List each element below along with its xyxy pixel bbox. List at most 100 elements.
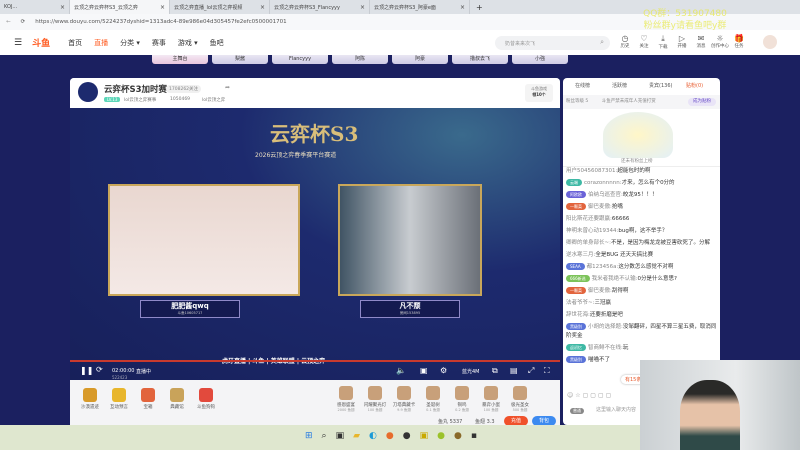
chat-messages[interactable]: 用户50456087301:超能包时的啊 云端 corazonnnnn:才来，怎么有… — [563, 166, 720, 378]
tag-link[interactable]: lol云顶之弈 — [202, 97, 225, 103]
stage-tab[interactable]: 撸叔去飞 — [452, 55, 508, 64]
chat-username[interactable]: 阳比斯花还要跟赢: — [566, 216, 612, 222]
obs-icon[interactable]: ● — [403, 431, 411, 441]
close-tab-icon[interactable]: × — [60, 4, 65, 11]
gift-item[interactable]: 暴弈小蛋 100 鱼翅 — [477, 386, 505, 413]
chat-username[interactable]: 御巴麦傲: — [588, 288, 612, 294]
feature-button[interactable]: 沙漠遗迹 — [76, 388, 104, 410]
close-tab-icon[interactable]: × — [260, 4, 265, 11]
nav-icon-4[interactable]: ✉ 消息 — [691, 34, 711, 49]
nav-item[interactable]: 游戏 ▾ — [178, 38, 198, 48]
search-icon[interactable]: ⌕ — [600, 38, 604, 47]
browser-tab[interactable]: 云顶之弈云弈杯S3_阿豪e面 × — [370, 0, 470, 14]
chat-tab[interactable]: 贵宾(136) — [649, 82, 672, 89]
app-icon[interactable]: ● — [386, 431, 394, 441]
gift-item[interactable]: 刀塔典藏卡 9.9 鱼翅 — [390, 386, 418, 413]
close-tab-icon[interactable]: × — [460, 4, 465, 11]
file-explorer-icon[interactable]: ▰ — [353, 431, 360, 441]
gift-item[interactable]: 铜鸣 0.2 鱼翅 — [448, 386, 476, 413]
video-stream[interactable]: 云弈杯S3 2026云顶之弈春季赛平台赛道 肥肥酱qwq 斗鱼10605717 凡… — [70, 108, 560, 380]
stage-tab[interactable]: 阿陈 — [332, 55, 388, 64]
chat-username[interactable]: corazonnnnn: — [584, 180, 622, 186]
quality-select[interactable]: 蓝光4M — [462, 368, 480, 375]
user-avatar[interactable] — [763, 35, 777, 49]
web-fullscreen-icon[interactable]: ⤢ — [528, 366, 534, 376]
stage-tab[interactable]: 主舞台 — [152, 55, 208, 64]
share-icon[interactable]: ➦ — [225, 84, 230, 91]
chat-tab[interactable]: 在线榜 — [575, 82, 590, 89]
gift-item[interactable]: 圣诞树 0.1 鱼翅 — [419, 386, 447, 413]
browser-tab[interactable]: 云顶之弈云弈杯S3_Flancyyy × — [270, 0, 370, 14]
search-taskbar-icon[interactable]: ⌕ — [322, 431, 327, 441]
volume-icon[interactable]: 🔈 — [396, 366, 406, 375]
stage-tab[interactable]: Flancyyy — [272, 55, 328, 64]
nav-icon-3[interactable]: ▷ 开播 — [672, 34, 692, 49]
app-icon[interactable]: ▪ — [471, 431, 477, 441]
nav-item[interactable]: 直播 — [94, 38, 108, 48]
back-icon[interactable]: ← — [6, 19, 11, 25]
chat-username[interactable]: 用户50456087301: — [566, 168, 617, 174]
feature-button[interactable]: 斗鱼狗钩 — [192, 388, 220, 410]
new-tab-button[interactable]: + — [476, 3, 483, 12]
chat-username[interactable]: 卿卿的单身部长~: — [566, 240, 611, 246]
nav-icon-0[interactable]: ◷ 历史 — [615, 34, 635, 49]
gift-item[interactable]: 感恩盛宴 2000 鱼翅 — [332, 386, 360, 413]
nav-item[interactable]: 鱼吧 — [210, 38, 224, 48]
chat-username[interactable]: 辞世花海: — [566, 312, 590, 318]
emoji-toolbar[interactable]: ☺☆▢▢▢▢ — [567, 392, 613, 399]
stage-tab[interactable]: 小強 — [512, 55, 568, 64]
browser-tab[interactable]: 云顶之弈云弈杯S3_云顶之弈 × — [70, 0, 170, 14]
chat-username[interactable]: 我米者我绝不认输: — [592, 276, 638, 282]
start-icon[interactable]: ⊞ — [305, 431, 313, 441]
feature-button[interactable]: 典藏馆 — [163, 388, 191, 410]
chat-username[interactable]: 逆水寒三月: — [566, 252, 595, 258]
nav-icon-2[interactable]: ⤓ 下载 — [653, 34, 673, 50]
settings-icon[interactable]: ⚙ — [440, 366, 447, 375]
nav-item[interactable]: 首页 — [68, 38, 82, 48]
feature-button[interactable]: 互动预言 — [105, 388, 133, 410]
menu-icon[interactable]: ☰ — [14, 38, 22, 48]
nav-icon-5[interactable]: ☼ 创作中心 — [710, 34, 730, 49]
gift-item[interactable]: 极光圣女 500 鱼翅 — [506, 386, 534, 413]
chat-username[interactable]: 神明未曾心动19344: — [566, 228, 618, 234]
chat-tab[interactable]: 贴粉(0) — [686, 82, 703, 89]
music-icon[interactable]: ● — [437, 431, 445, 441]
nav-item[interactable]: 分类 ▾ — [120, 38, 140, 48]
refresh-icon[interactable]: ⟳ — [21, 19, 26, 25]
nav-icon-6[interactable]: 🎁 任务 — [729, 34, 749, 49]
fullscreen-icon[interactable]: ⛶ — [544, 366, 550, 376]
chat-username[interactable]: 伯纳乌巡查官: — [588, 192, 623, 198]
chat-username[interactable]: 御巴麦傲: — [588, 204, 612, 210]
chat-username[interactable]: 都123456a: — [587, 264, 619, 270]
close-tab-icon[interactable]: × — [160, 4, 165, 11]
app-icon[interactable]: ▣ — [420, 431, 429, 441]
stage-tab[interactable]: 阿豪 — [392, 55, 448, 64]
refresh-stream-icon[interactable]: ⟳ — [96, 365, 103, 374]
danmaku-icon[interactable]: ▣ — [420, 366, 428, 375]
browser-tab[interactable]: KOJ... × — [0, 0, 70, 14]
stage-tab[interactable]: 梨酱 — [212, 55, 268, 64]
follow-count[interactable]: 1708262关注 — [166, 85, 202, 93]
chat-username[interactable]: 小胡的选择题: — [588, 324, 623, 330]
nav-item[interactable]: 赛事 — [152, 38, 166, 48]
gift-item[interactable]: 闪耀聚光灯 100 鱼翅 — [361, 386, 389, 413]
feature-button[interactable]: 宝箱 — [134, 388, 162, 410]
search-input[interactable]: 奶昔来来次飞 ⌕ — [495, 36, 610, 50]
task-view-icon[interactable]: ▣ — [336, 431, 345, 441]
edge-icon[interactable]: ◐ — [369, 431, 377, 441]
url-input[interactable]: https://www.douyu.com/5224237dyshid=1313… — [35, 19, 286, 25]
pip-icon[interactable]: ⧉ — [492, 366, 498, 376]
room-avatar[interactable] — [78, 82, 98, 102]
chat-username[interactable]: 法者爷爷~: — [566, 300, 594, 306]
fishball-task[interactable]: 斗鱼游戏 领10个 — [525, 84, 553, 102]
nav-icon-1[interactable]: ♡ 关注 — [634, 34, 654, 49]
browser-tab[interactable]: 云顶之弈直播_lol云顶之弈视频 × — [170, 0, 270, 14]
lol-icon[interactable]: ● — [454, 431, 462, 441]
category-link[interactable]: lol云顶之弈赛事 — [124, 97, 156, 103]
become-fan-button[interactable]: 成为贴粉 — [688, 98, 716, 106]
pause-button[interactable]: ❚❚ — [80, 366, 93, 375]
douyu-logo[interactable]: 斗鱼 — [32, 36, 50, 49]
chat-username[interactable]: 智商鲱不在线: — [588, 345, 623, 351]
chat-tab[interactable]: 活跃榜 — [612, 82, 627, 89]
close-tab-icon[interactable]: × — [360, 4, 365, 11]
